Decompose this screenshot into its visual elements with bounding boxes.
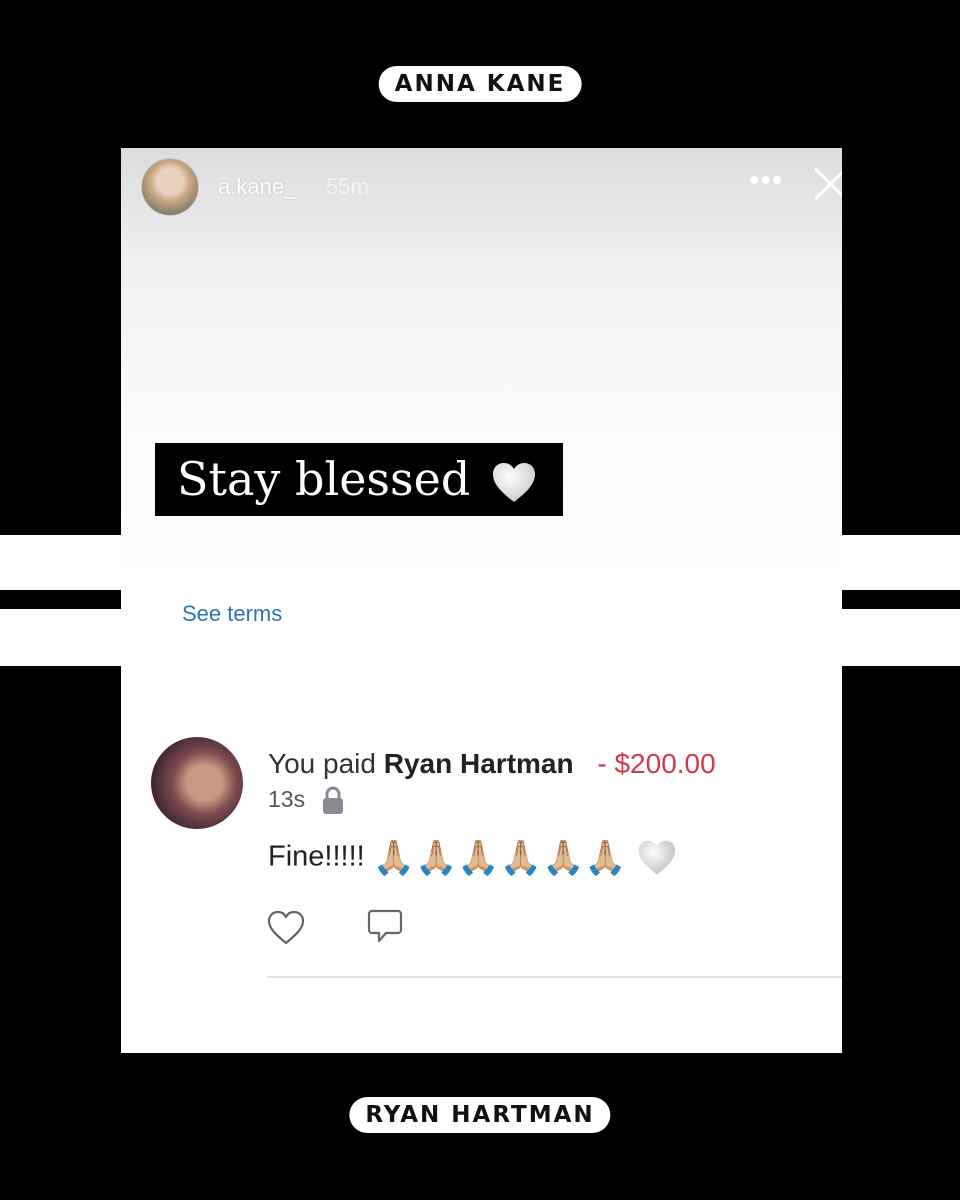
story-username[interactable]: a.kane_ [218,174,296,200]
see-terms-link[interactable]: See terms [182,601,282,627]
payment-elapsed-time: 13s [268,786,306,812]
payment-prefix: You paid [268,748,376,779]
story-panel: a.kane_ 55m ••• Stay blessed [121,148,842,588]
white-heart-icon [492,463,535,502]
screenshot-card: a.kane_ 55m ••• Stay blessed See terms Y… [121,148,842,1053]
payment-message: Fine!!!!! 🙏🏼🙏🏼🙏🏼🙏🏼🙏🏼🙏🏼 [268,838,677,878]
top-name-label: ANNA KANE [378,66,582,102]
more-icon[interactable]: ••• [749,164,784,198]
payer-avatar[interactable] [151,737,243,829]
comment-icon[interactable] [366,908,404,948]
payment-summary: You paid Ryan Hartman - $200.00 [268,748,716,780]
story-avatar[interactable] [141,158,199,216]
white-heart-icon [638,840,675,875]
payment-recipient[interactable]: Ryan Hartman [384,748,574,779]
close-icon[interactable] [813,166,842,202]
lock-icon [323,786,343,814]
payment-amount: - $200.00 [597,748,716,779]
like-icon[interactable] [267,910,305,946]
message-text: Fine!!!!! [268,840,365,873]
divider [267,976,842,978]
story-timestamp: 55m [326,174,369,199]
bottom-name-label: RYAN HARTMAN [349,1097,611,1133]
story-caption: Stay blessed [155,443,563,516]
praying-hands-emoji: 🙏🏼🙏🏼🙏🏼🙏🏼🙏🏼🙏🏼 [372,839,627,877]
caption-text: Stay blessed [177,452,471,506]
